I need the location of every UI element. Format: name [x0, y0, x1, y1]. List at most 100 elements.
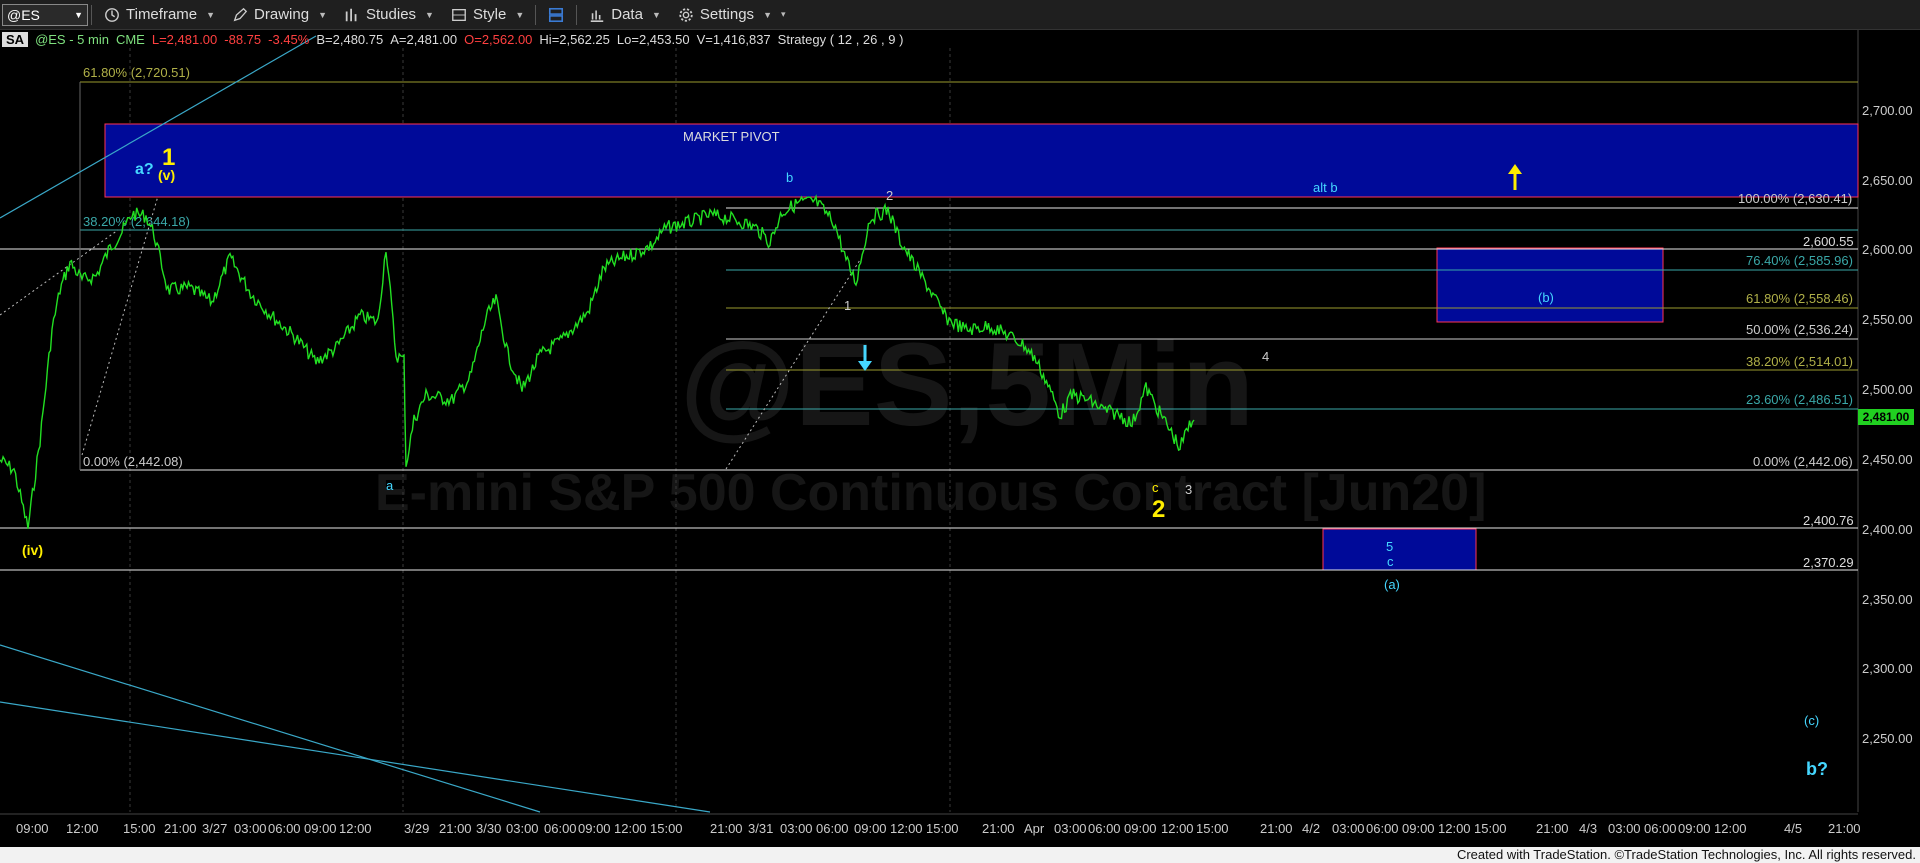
time-axis-label: 12:00 [66, 821, 99, 836]
time-axis-label: 06:00 [268, 821, 301, 836]
wave-label-2-small: 2 [886, 188, 893, 203]
fib-label: 38.20% (2,644.18) [83, 214, 190, 229]
time-axis-label: 12:00 [890, 821, 923, 836]
copyright-footer: Created with TradeStation. ©TradeStation… [0, 847, 1920, 863]
time-axis-label: 15:00 [650, 821, 683, 836]
wave-label-alt-b: alt b [1313, 180, 1338, 195]
wave-label-b-question: b? [1806, 759, 1828, 779]
time-axis-label: 3/27 [202, 821, 227, 836]
time-axis-label: 06:00 [816, 821, 849, 836]
time-axis-label: 09:00 [16, 821, 49, 836]
time-axis-label: 03:00 [1332, 821, 1365, 836]
symbol-info-bar: SA @ES - 5 min CME L=2,481.00 -88.75 -3.… [0, 30, 910, 48]
c-zone-5-label: 5 [1386, 539, 1393, 554]
wave-label-4: 4 [1262, 349, 1269, 364]
ask-price: A=2,481.00 [390, 31, 458, 47]
wave-label-iv: (iv) [22, 542, 43, 558]
price-tick: 2,500.00 [1862, 382, 1913, 397]
fib-label: 38.20% (2,514.01) [1746, 354, 1853, 369]
time-axis-label: 3/31 [748, 821, 773, 836]
time-axis-label: 06:00 [1366, 821, 1399, 836]
time-axis-label: 15:00 [1196, 821, 1229, 836]
b-zone-label: (b) [1538, 290, 1554, 305]
symbol-name: @ES - 5 min [35, 31, 109, 47]
fib-label: 23.60% (2,486.51) [1746, 392, 1853, 407]
time-axis-label: 12:00 [1438, 821, 1471, 836]
c-target-zone[interactable] [1322, 528, 1477, 571]
time-axis-label: 21:00 [439, 821, 472, 836]
time-axis-label: 06:00 [1088, 821, 1121, 836]
time-axis-label: 21:00 [1828, 821, 1861, 836]
time-axis-label: 09:00 [1124, 821, 1157, 836]
low-price: Lo=2,453.50 [616, 31, 690, 47]
price-tick: 2,600.00 [1862, 242, 1913, 257]
wave-label-3: 3 [1185, 482, 1192, 497]
time-axis-label: 03:00 [506, 821, 539, 836]
net-change: -88.75 [224, 31, 262, 47]
price-tick: 2,400.00 [1862, 522, 1913, 537]
time-axis: 09:00 12:00 15:00 21:00 3/27 03:00 06:00 09:00 1… [0, 813, 1861, 836]
time-axis-label: 15:00 [926, 821, 959, 836]
wave-label-a: a [386, 478, 394, 493]
wave-label-v: (v) [158, 167, 175, 183]
fib-label: 0.00% (2,442.08) [83, 454, 183, 469]
price-tick: 2,700.00 [1862, 103, 1913, 118]
watermark-description: E-mini S&P 500 Continuous Contract [Jun2… [375, 464, 1486, 522]
open-price: O=2,562.00 [464, 31, 533, 47]
time-axis-label: 09:00 [854, 821, 887, 836]
time-axis-label: 12:00 [1714, 821, 1747, 836]
time-axis-label: 06:00 [1644, 821, 1677, 836]
fib-label: 0.00% (2,442.06) [1753, 454, 1853, 469]
last-price: L=2,481.00 [151, 31, 218, 47]
fib-label: 100.00% (2,630.41) [1738, 191, 1852, 206]
time-axis-label: 21:00 [1536, 821, 1569, 836]
time-axis-label: 3/29 [404, 821, 429, 836]
level-label: 2,400.76 [1803, 513, 1854, 528]
wave-label-c-paren: (c) [1804, 713, 1819, 728]
time-axis-label: 09:00 [304, 821, 337, 836]
time-axis-label: 12:00 [1161, 821, 1194, 836]
wave-label-1-small: 1 [844, 298, 851, 313]
current-price-tag: 2,481.00 [1858, 409, 1914, 425]
time-axis-label: 21:00 [1260, 821, 1293, 836]
time-axis-label: 09:00 [1678, 821, 1711, 836]
wave-label-a-question: a? [135, 161, 154, 178]
fib-label: 50.00% (2,536.24) [1746, 322, 1853, 337]
strategy-info: Strategy ( 12 , 26 , 9 ) [777, 31, 904, 47]
time-axis-label: 15:00 [1474, 821, 1507, 836]
market-pivot-label: MARKET PIVOT [683, 129, 780, 144]
price-tick: 2,550.00 [1862, 312, 1913, 327]
price-tick: 2,350.00 [1862, 592, 1913, 607]
time-axis-label: 03:00 [234, 821, 267, 836]
fib-label: 61.80% (2,720.51) [83, 65, 190, 80]
time-axis-label: 09:00 [1402, 821, 1435, 836]
time-axis-label: 03:00 [1608, 821, 1641, 836]
price-tick: 2,450.00 [1862, 452, 1913, 467]
level-label: 2,600.55 [1803, 234, 1854, 249]
wave-label-b: b [786, 170, 793, 185]
level-label: 2,370.29 [1803, 555, 1854, 570]
time-axis-label: 03:00 [780, 821, 813, 836]
price-tick: 2,650.00 [1862, 173, 1913, 188]
time-axis-label: 21:00 [164, 821, 197, 836]
time-axis-label: 21:00 [982, 821, 1015, 836]
time-axis-label: 4/2 [1302, 821, 1320, 836]
fib-label: 61.80% (2,558.46) [1746, 291, 1853, 306]
volume: V=1,416,837 [696, 31, 771, 47]
bid-price: B=2,480.75 [316, 31, 384, 47]
b-target-zone[interactable] [1436, 247, 1664, 323]
exchange-name: CME [115, 31, 145, 47]
sa-badge[interactable]: SA [2, 31, 29, 47]
price-tick: 2,250.00 [1862, 731, 1913, 746]
fib-label: 76.40% (2,585.96) [1746, 253, 1853, 268]
price-chart[interactable]: @ES,5Min E-mini S&P 500 Continuous Contr… [0, 0, 1920, 847]
time-axis-label: 12:00 [614, 821, 647, 836]
time-axis-label: 03:00 [1054, 821, 1087, 836]
market-pivot-zone[interactable] [104, 123, 1859, 198]
time-axis-label: 3/30 [476, 821, 501, 836]
wave-label-a-paren: (a) [1384, 577, 1400, 592]
percent-change: -3.45% [268, 31, 310, 47]
time-axis-label: 15:00 [123, 821, 156, 836]
wave-label-2-big: 2 [1152, 496, 1165, 523]
time-axis-label: 4/5 [1784, 821, 1802, 836]
